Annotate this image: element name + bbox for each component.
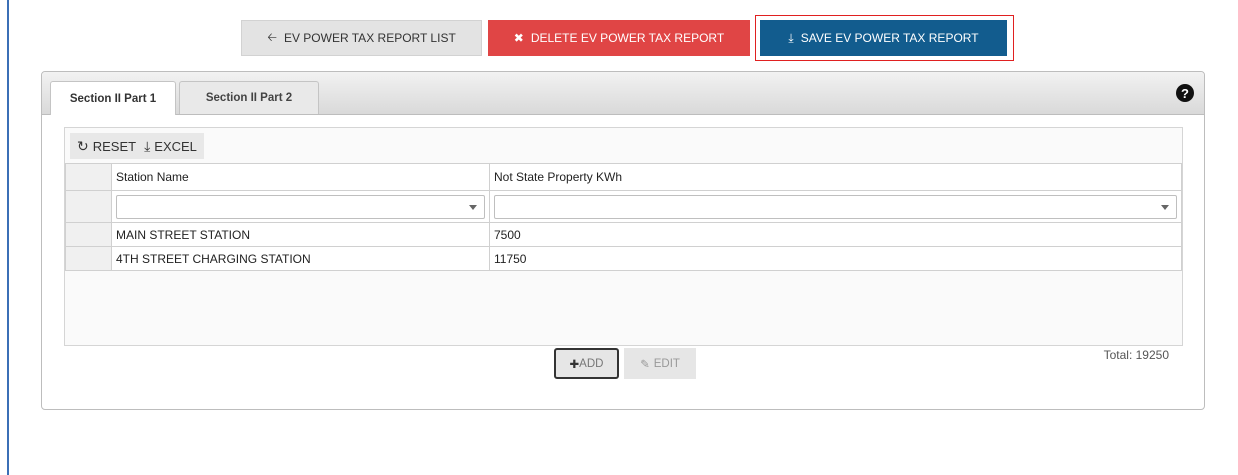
arrow-left-icon: 🡠 — [267, 29, 277, 44]
row-header-corner — [65, 163, 112, 191]
report-panel: Section II Part 1 Section II Part 2 ? ↻ … — [41, 71, 1205, 410]
station-name-filter[interactable] — [116, 194, 485, 219]
add-label: ADD — [579, 357, 604, 370]
chevron-down-icon — [1161, 204, 1169, 210]
report-list-label: EV POWER TAX REPORT LIST — [283, 31, 456, 45]
kwh-filter[interactable] — [494, 194, 1177, 219]
help-icon[interactable]: ? — [1176, 84, 1194, 102]
filter-cell — [489, 190, 1182, 223]
row-header[interactable] — [65, 222, 112, 247]
plus-icon: ✚ — [569, 358, 580, 371]
left-border-rule — [7, 0, 9, 475]
edit-icon: ✎ — [640, 358, 650, 371]
station-grid: ↻ RESET ⤓ EXCEL Station Name Not State P… — [64, 127, 1183, 346]
reset-button[interactable]: ↻ RESET — [77, 139, 136, 154]
reset-label: RESET — [92, 138, 137, 154]
table-row[interactable]: MAIN STREET STATION 7500 — [65, 222, 1182, 247]
save-report-button[interactable]: ⤓ SAVE EV POWER TAX REPORT — [760, 20, 1007, 56]
filter-row — [65, 190, 1182, 223]
header-row: Station Name Not State Property KWh — [65, 163, 1182, 191]
refresh-icon: ↻ — [77, 138, 89, 154]
kwh-cell[interactable]: 11750 — [489, 246, 1182, 271]
download-icon: ⤓ — [144, 138, 151, 154]
total-text: Total: 19250 — [1103, 348, 1169, 362]
row-header[interactable] — [65, 246, 112, 271]
row-header — [65, 190, 112, 223]
excel-label: EXCEL — [154, 138, 197, 154]
report-list-button[interactable]: 🡠 EV POWER TAX REPORT LIST — [241, 20, 482, 56]
add-button[interactable]: ✚ ADD — [554, 348, 619, 379]
edit-label: EDIT — [653, 357, 680, 370]
station-name-cell[interactable]: MAIN STREET STATION — [111, 222, 490, 247]
tab-section-ii-part-1[interactable]: Section II Part 1 — [50, 81, 176, 115]
filter-cell — [111, 190, 490, 223]
close-icon: ✖ — [513, 31, 524, 45]
column-header-station-name[interactable]: Station Name — [111, 163, 490, 191]
data-table: Station Name Not State Property KWh MAIN… — [65, 163, 1182, 271]
column-header-kwh[interactable]: Not State Property KWh — [489, 163, 1182, 191]
delete-report-button[interactable]: ✖ DELETE EV POWER TAX REPORT — [488, 20, 750, 56]
table-row[interactable]: 4TH STREET CHARGING STATION 11750 — [65, 246, 1182, 271]
station-name-cell[interactable]: 4TH STREET CHARGING STATION — [111, 246, 490, 271]
kwh-cell[interactable]: 7500 — [489, 222, 1182, 247]
tab-bar: Section II Part 1 Section II Part 2 ? — [42, 72, 1204, 115]
tab-section-ii-part-2[interactable]: Section II Part 2 — [179, 81, 319, 114]
save-report-label: SAVE EV POWER TAX REPORT — [800, 31, 979, 45]
chevron-down-icon — [469, 204, 477, 210]
download-icon: ⤓ — [788, 30, 794, 45]
edit-button[interactable]: ✎ EDIT — [624, 348, 696, 379]
excel-button[interactable]: ⤓ EXCEL — [144, 139, 197, 154]
delete-report-label: DELETE EV POWER TAX REPORT — [530, 31, 725, 45]
grid-toolbar: ↻ RESET ⤓ EXCEL — [70, 133, 204, 159]
